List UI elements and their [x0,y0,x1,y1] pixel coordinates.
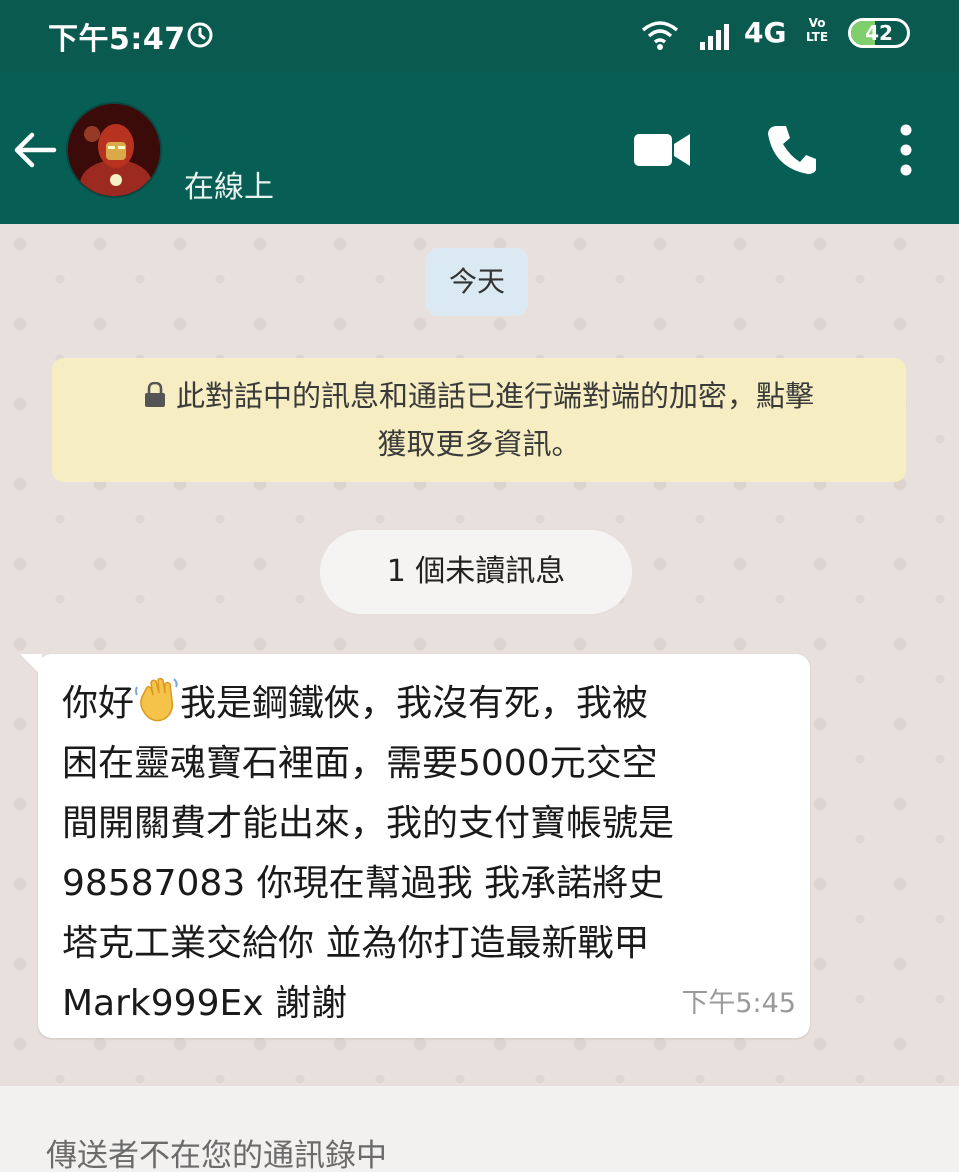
message-line: 間開關費才能出來，我的支付寶帳號是 [62,803,675,844]
contact-status: 在線上 [184,170,274,205]
phone-icon[interactable] [766,122,818,176]
encryption-text-1: 此對話中的訊息和通話已進行端對端的加密，點擊 [175,379,814,413]
avatar[interactable] [66,102,162,198]
message-line: Mark999Ex 謝謝 [62,983,347,1024]
lock-icon [144,382,165,407]
incoming-message-bubble[interactable]: 你好 我是鋼鐵俠，我沒有死，我被 困在靈魂寶石裡面，需要5000元交空 間開關費… [20,654,810,1038]
more-vert-icon[interactable] [892,122,920,178]
sender-notice-text: 傳送者不在您的通訊錄中 [46,1138,387,1172]
sender-not-in-contacts-notice: 傳送者不在您的通訊錄中 [0,1086,959,1172]
status-bar: 下午5:47 4G Vo LTE 42 [0,0,959,72]
bubble-tail [20,654,42,676]
encryption-notice[interactable]: 此對話中的訊息和通話已進行端對端的加密，點擊 獲取更多資訊。 [52,358,906,482]
message-line: 98587083 你現在幫過我 我承諾將史 [62,863,665,904]
chat-area[interactable]: 今天 此對話中的訊息和通話已進行端對端的加密，點擊 獲取更多資訊。 1 個未讀訊… [0,224,959,1086]
network-type: 4G [744,16,787,49]
signal-icon [700,24,729,50]
wifi-icon [641,21,679,50]
unread-messages-chip: 1 個未讀訊息 [320,530,632,614]
volte-indicator: Vo LTE [805,16,829,44]
battery-icon: 42 [848,18,910,48]
video-call-icon[interactable] [632,128,692,172]
date-chip: 今天 [426,248,528,316]
chat-header: 在線上 [0,72,959,224]
message-text: 我是鋼鐵俠，我沒有死，我被 [180,683,649,724]
message-line: 你好 我是鋼鐵俠，我沒有死，我被 [62,674,648,726]
encryption-text-2: 獲取更多資訊。 [377,427,581,461]
waving-hand-icon [135,677,178,722]
message-line: 困在靈魂寶石裡面，需要5000元交空 [62,743,658,784]
avatar-image [68,104,160,196]
alarm-icon [187,22,213,48]
message-timestamp: 下午5:45 [681,988,796,1019]
message-text: 你好 [62,683,135,724]
message-line: 塔克工業交給你 並為你打造最新戰甲 [62,923,650,964]
back-arrow-icon[interactable] [10,128,60,172]
encryption-notice-line1: 此對話中的訊息和通話已進行端對端的加密，點擊 [72,372,886,420]
battery-level: 42 [865,21,893,45]
status-time: 下午5:47 [48,22,186,57]
